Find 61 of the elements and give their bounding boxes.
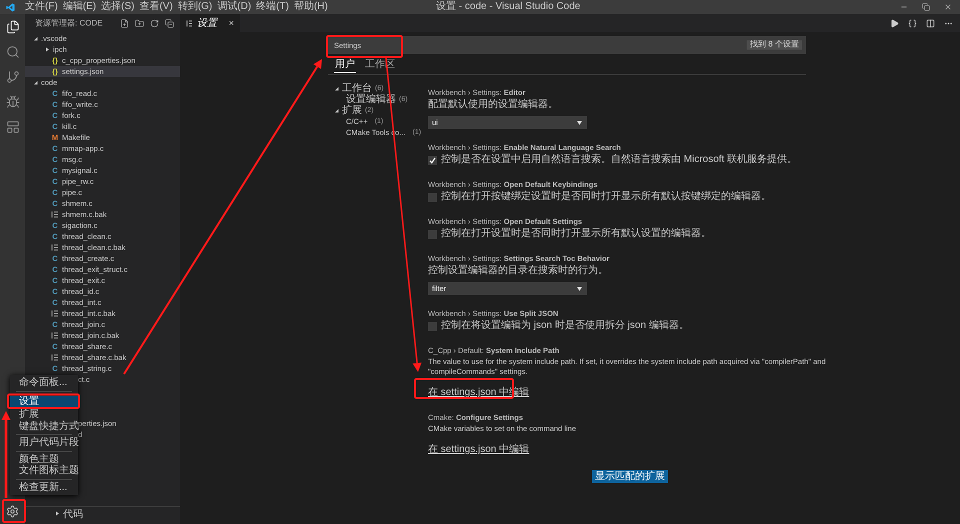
run-icon[interactable] (890, 18, 899, 28)
checkbox[interactable] (428, 230, 437, 238)
menu-item[interactable]: 调试(D) (215, 0, 254, 14)
new-file-icon[interactable] (120, 18, 129, 28)
new-folder-icon[interactable] (135, 18, 144, 28)
tab-close-button[interactable]: × (228, 18, 234, 28)
checkbox[interactable] (428, 192, 437, 202)
setting-description: 控制在将设置编辑为 json 时是否使用拆分 json 编辑器。 (441, 320, 689, 332)
refresh-icon[interactable] (150, 18, 159, 28)
lines-file-icon (51, 354, 59, 361)
menu-option[interactable]: 文件图标主题 (10, 465, 78, 476)
lines-file-icon (51, 244, 59, 251)
menu-option[interactable]: 设置 (10, 396, 78, 407)
split-editor-icon[interactable] (926, 18, 935, 28)
dropdown-caret-icon (577, 286, 582, 290)
app-logo-icon (6, 2, 15, 12)
section-header[interactable]: 代码 (25, 506, 180, 520)
menu-item[interactable]: 文件(F) (23, 0, 60, 14)
explorer-title: 资源管理器: CODE (35, 18, 103, 29)
checkbox[interactable] (428, 322, 437, 330)
menu-item[interactable]: 终端(T) (254, 0, 291, 14)
menu-option[interactable]: 用户代码片段 (10, 437, 78, 448)
dropdown-caret-icon (577, 120, 582, 124)
bug-icon[interactable] (6, 95, 20, 109)
source-control-icon[interactable] (6, 70, 20, 84)
lines-file-icon (51, 310, 59, 317)
setting-description: 控制在打开按键绑定设置时是否同时打开显示所有默认按键绑定的编辑器。 (441, 191, 771, 203)
menu-option[interactable]: 颜色主题 (10, 454, 78, 465)
setting-description: 配置默认使用的设置编辑器。 (428, 99, 559, 111)
menu-item[interactable]: 帮助(H) (292, 0, 330, 14)
braces-icon[interactable] (908, 18, 917, 28)
menu-option[interactable]: 命令面板... (10, 377, 78, 388)
editor-tab[interactable]: 设置 × (180, 14, 240, 32)
menu-option[interactable]: 键盘快捷方式 (10, 420, 78, 432)
result-count: 找到 8 个设置 (746, 40, 802, 50)
settings-file-icon (186, 20, 193, 26)
collapse-all-icon[interactable] (165, 18, 174, 28)
setting-description: 控制设置编辑器的目录在搜索时的行为。 (428, 265, 609, 277)
show-extensions-button[interactable]: 显示匹配的扩展 (592, 470, 668, 483)
lines-file-icon (51, 211, 59, 218)
menu-item[interactable]: 转到(G) (176, 0, 214, 14)
menu-item[interactable]: 查看(V) (137, 0, 175, 14)
files-icon[interactable] (6, 20, 20, 34)
search-icon[interactable] (6, 45, 20, 59)
panel-icon[interactable] (6, 120, 20, 134)
menu-option[interactable]: 扩展 (10, 409, 78, 420)
settings-icon[interactable] (6, 505, 19, 518)
section-title: 代码 (63, 508, 83, 520)
highlight-frame (2, 499, 26, 523)
window-title: 设置 - code - Visual Studio Code (436, 0, 580, 14)
menu-option[interactable]: 检查更新... (10, 482, 78, 493)
menu-item[interactable]: 编辑(E) (60, 0, 98, 14)
setting-description: 控制在打开设置时是否同时打开显示所有默认设置的编辑器。 (441, 228, 711, 240)
menu-item[interactable]: 选择(S) (99, 0, 136, 14)
close-icon[interactable] (944, 3, 952, 11)
restore-icon[interactable] (922, 3, 930, 11)
scope-tab[interactable]: 用户 (334, 58, 356, 73)
edit-link[interactable]: 在 settings.json 中编辑 (428, 442, 530, 456)
lines-file-icon (51, 332, 59, 339)
setting-description: 控制是否在设置中启用自然语言搜索。自然语言搜索由 Microsoft 联机服务提供。 (441, 154, 798, 166)
checkbox[interactable] (428, 156, 437, 164)
